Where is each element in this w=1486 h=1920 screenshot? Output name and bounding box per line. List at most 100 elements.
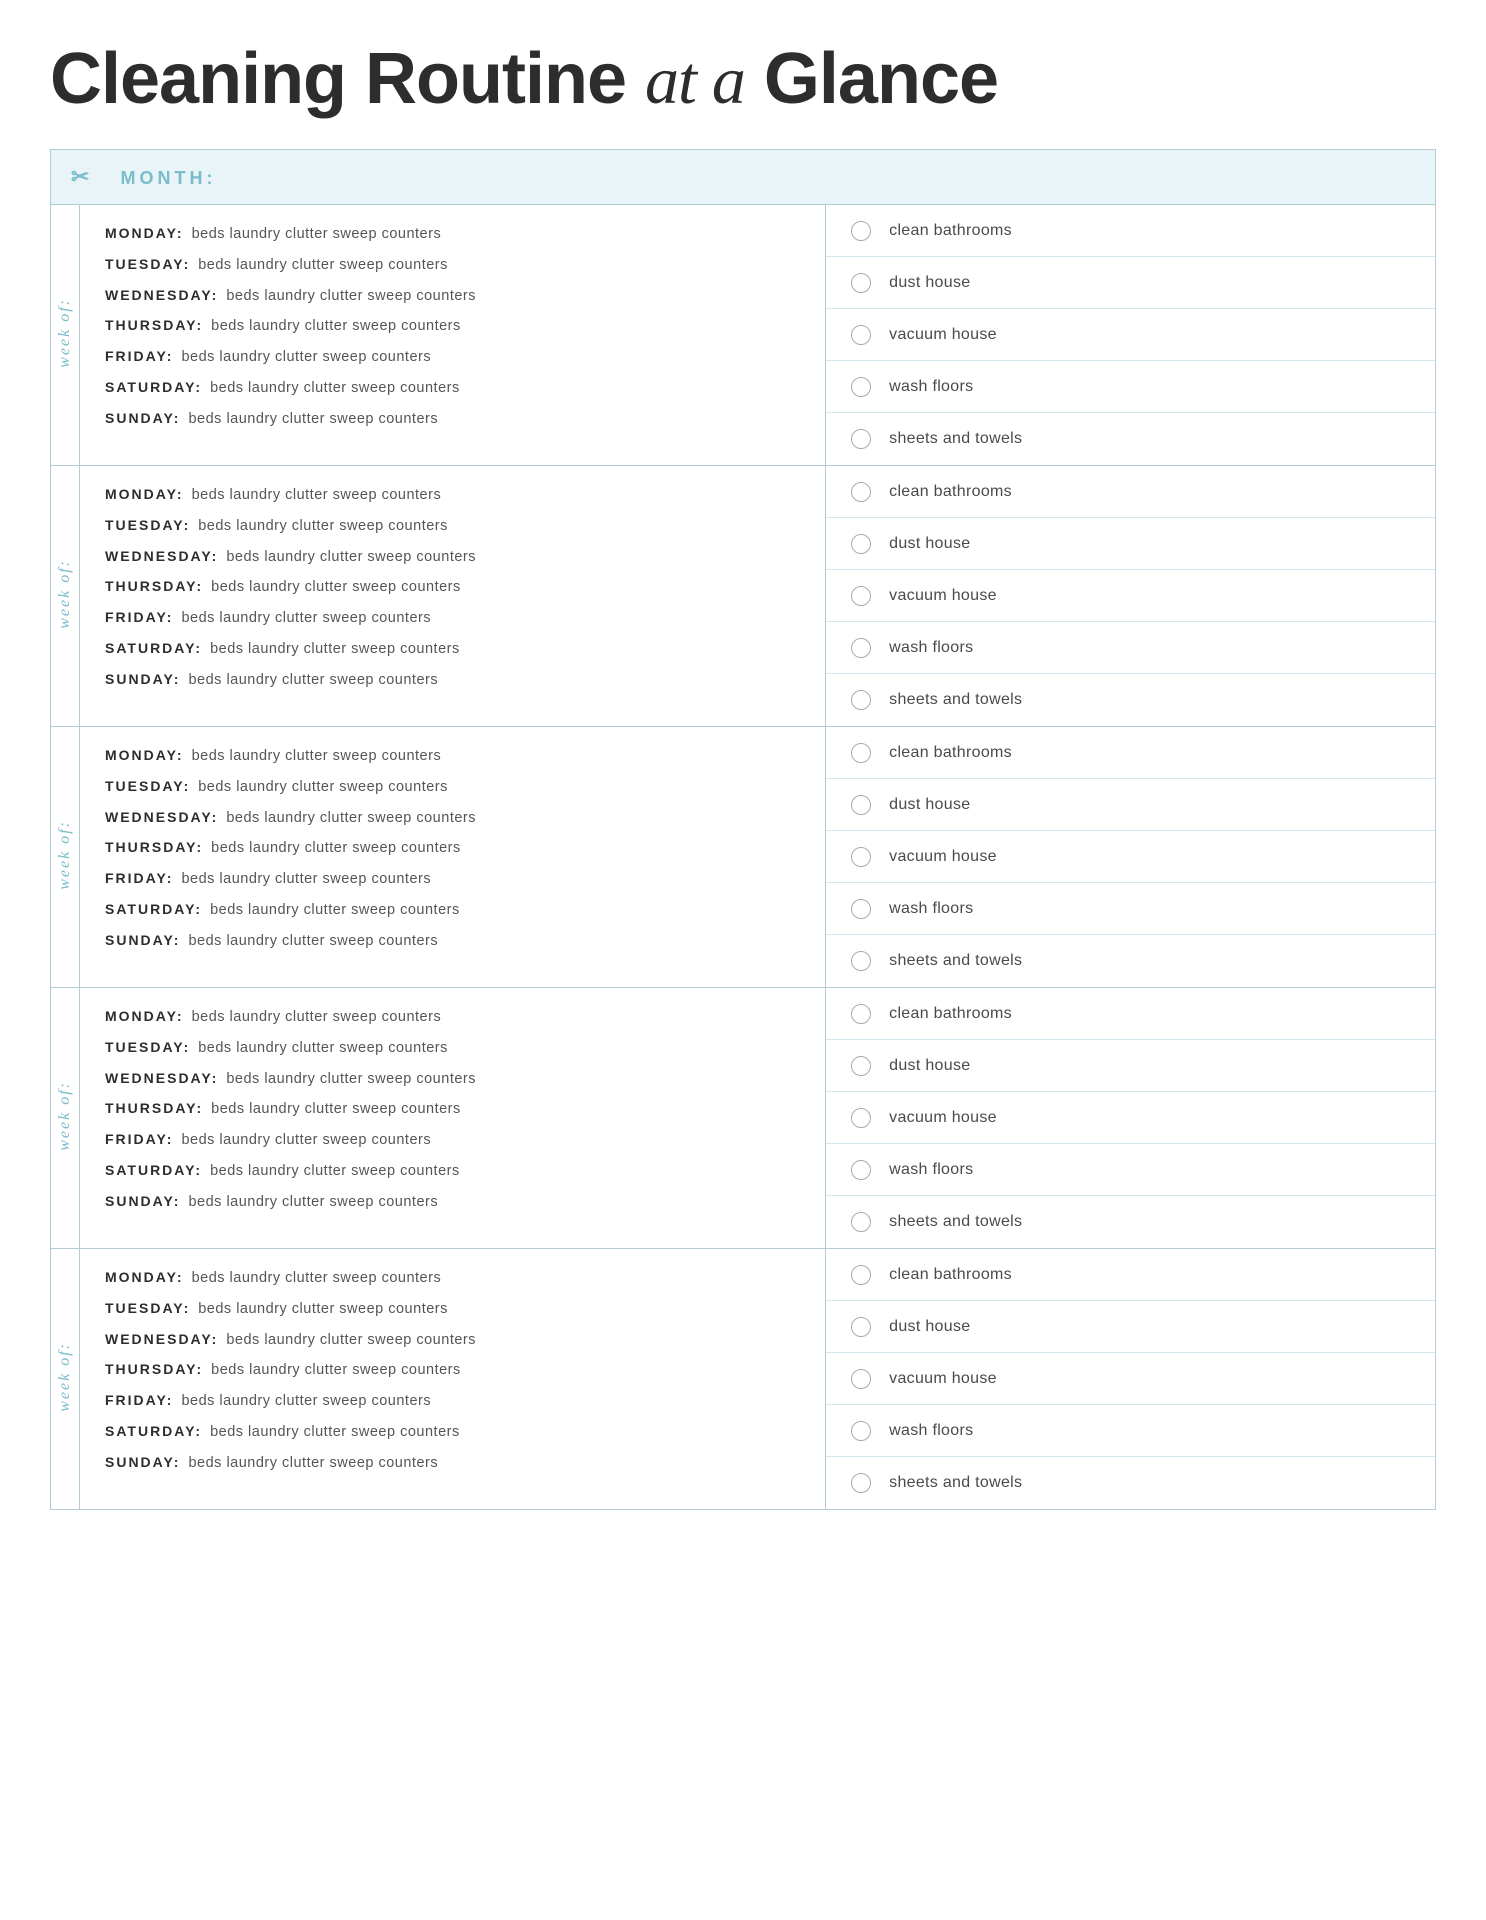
daily-task-row: THURSDAY:beds laundry clutter sweep coun…	[105, 1359, 800, 1382]
checkbox-circle[interactable]	[851, 847, 871, 867]
day-label: FRIDAY:	[105, 346, 173, 367]
daily-task-row: TUESDAY:beds laundry clutter sweep count…	[105, 1298, 800, 1321]
task-items: beds laundry clutter sweep counters	[226, 1330, 476, 1352]
task-items: beds laundry clutter sweep counters	[226, 286, 476, 308]
day-label: MONDAY:	[105, 1267, 184, 1288]
daily-tasks-cell: MONDAY:beds laundry clutter sweep counte…	[80, 205, 826, 466]
checkbox-circle[interactable]	[851, 951, 871, 971]
task-items: beds laundry clutter sweep counters	[226, 1069, 476, 1091]
weekly-task-item: sheets and towels	[826, 674, 1435, 726]
checkbox-circle[interactable]	[851, 1160, 871, 1180]
day-label: THURSDAY:	[105, 1359, 203, 1380]
weekly-task-label: wash floors	[889, 1161, 973, 1179]
weekly-tasks-inner: clean bathrooms dust house vacuum house was…	[826, 466, 1435, 726]
checkbox-circle[interactable]	[851, 1317, 871, 1337]
checkbox-circle[interactable]	[851, 273, 871, 293]
day-label: MONDAY:	[105, 1006, 184, 1027]
checkbox-circle[interactable]	[851, 899, 871, 919]
checkbox-circle[interactable]	[851, 377, 871, 397]
checkbox-circle[interactable]	[851, 221, 871, 241]
daily-task-row: THURSDAY:beds laundry clutter sweep coun…	[105, 315, 800, 338]
daily-task-row: FRIDAY:beds laundry clutter sweep counte…	[105, 868, 800, 891]
checkbox-circle[interactable]	[851, 1421, 871, 1441]
daily-task-row: SATURDAY:beds laundry clutter sweep coun…	[105, 377, 800, 400]
weekly-task-label: vacuum house	[889, 1109, 997, 1127]
weekly-tasks-inner: clean bathroomsdust housevacuum housewas…	[826, 1249, 1435, 1509]
weekly-task-label: clean bathrooms	[889, 222, 1012, 240]
task-items: beds laundry clutter sweep counters	[198, 255, 448, 277]
day-label: SATURDAY:	[105, 1160, 202, 1181]
checkbox-circle[interactable]	[851, 1212, 871, 1232]
daily-task-row: SUNDAY:beds laundry clutter sweep counte…	[105, 1452, 800, 1475]
day-label: THURSDAY:	[105, 1098, 203, 1119]
day-label: SUNDAY:	[105, 408, 180, 429]
checkbox-circle[interactable]	[851, 1265, 871, 1285]
week-label: week of:	[56, 1081, 74, 1151]
weekly-tasks-inner: clean bathrooms dust house vacuum house was…	[826, 988, 1435, 1248]
checkbox-circle[interactable]	[851, 1473, 871, 1493]
checkbox-circle[interactable]	[851, 1108, 871, 1128]
daily-task-row: MONDAY:beds laundry clutter sweep counte…	[105, 1267, 800, 1290]
task-items: beds laundry clutter sweep counters	[226, 808, 476, 830]
checkbox-circle[interactable]	[851, 482, 871, 502]
weekly-task-item: dust house	[826, 257, 1435, 309]
checkbox-circle[interactable]	[851, 1004, 871, 1024]
weekly-task-label: clean bathrooms	[889, 483, 1012, 501]
task-items: beds laundry clutter sweep counters	[192, 1007, 442, 1029]
checkbox-circle[interactable]	[851, 690, 871, 710]
weekly-task-label: vacuum house	[889, 848, 997, 866]
daily-task-row: SATURDAY:beds laundry clutter sweep coun…	[105, 638, 800, 661]
checkbox-circle[interactable]	[851, 534, 871, 554]
week-label-cell: week of:	[51, 1249, 80, 1510]
weekly-task-item: vacuum house	[826, 309, 1435, 361]
day-label: FRIDAY:	[105, 1390, 173, 1411]
checkbox-circle[interactable]	[851, 1056, 871, 1076]
day-label: WEDNESDAY:	[105, 1329, 218, 1350]
weekly-task-label: clean bathrooms	[889, 1266, 1012, 1284]
day-label: WEDNESDAY:	[105, 1068, 218, 1089]
weekly-tasks-cell: clean bathrooms dust house vacuum house was…	[826, 988, 1436, 1249]
day-label: SATURDAY:	[105, 638, 202, 659]
task-items: beds laundry clutter sweep counters	[192, 746, 442, 768]
day-label: WEDNESDAY:	[105, 546, 218, 567]
checkbox-circle[interactable]	[851, 795, 871, 815]
daily-task-row: TUESDAY:beds laundry clutter sweep count…	[105, 776, 800, 799]
page-title: Cleaning Routine at a Glance	[50, 40, 1436, 119]
scissors-icon: ✂	[71, 164, 93, 189]
day-label: THURSDAY:	[105, 837, 203, 858]
task-items: beds laundry clutter sweep counters	[181, 1130, 431, 1152]
task-items: beds laundry clutter sweep counters	[192, 485, 442, 507]
daily-task-row: FRIDAY:beds laundry clutter sweep counte…	[105, 1390, 800, 1413]
daily-tasks-cell: MONDAY:beds laundry clutter sweep counte…	[80, 727, 826, 988]
weekly-task-label: vacuum house	[889, 587, 997, 605]
task-items: beds laundry clutter sweep counters	[181, 869, 431, 891]
weekly-task-item: clean bathrooms	[826, 466, 1435, 518]
task-items: beds laundry clutter sweep counters	[211, 838, 461, 860]
weekly-task-label: clean bathrooms	[889, 744, 1012, 762]
weekly-task-item: sheets and towels	[826, 1457, 1435, 1509]
weekly-task-label: wash floors	[889, 378, 973, 396]
week-label-cell: week of:	[51, 466, 80, 727]
task-items: beds laundry clutter sweep counters	[181, 608, 431, 630]
weekly-task-item: wash floors	[826, 361, 1435, 413]
checkbox-circle[interactable]	[851, 743, 871, 763]
task-items: beds laundry clutter sweep counters	[210, 1161, 460, 1183]
checkbox-circle[interactable]	[851, 325, 871, 345]
day-label: WEDNESDAY:	[105, 807, 218, 828]
weekly-task-item: vacuum house	[826, 831, 1435, 883]
day-label: SUNDAY:	[105, 669, 180, 690]
checkbox-circle[interactable]	[851, 586, 871, 606]
task-items: beds laundry clutter sweep counters	[211, 1099, 461, 1121]
weekly-task-label: clean bathrooms	[889, 1005, 1012, 1023]
checkbox-circle[interactable]	[851, 429, 871, 449]
task-items: beds laundry clutter sweep counters	[188, 670, 438, 692]
weekly-task-item: dust house	[826, 518, 1435, 570]
checkbox-circle[interactable]	[851, 1369, 871, 1389]
task-items: beds laundry clutter sweep counters	[210, 900, 460, 922]
checkbox-circle[interactable]	[851, 638, 871, 658]
weekly-task-label: dust house	[889, 535, 970, 553]
weekly-task-item: wash floors	[826, 622, 1435, 674]
week-row: week of: MONDAY: beds laundry clutter swee…	[51, 988, 1436, 1249]
main-table: ✂ MONTH: week of:MONDAY:beds laundry clu…	[50, 149, 1436, 1510]
weekly-task-label: dust house	[889, 1057, 970, 1075]
